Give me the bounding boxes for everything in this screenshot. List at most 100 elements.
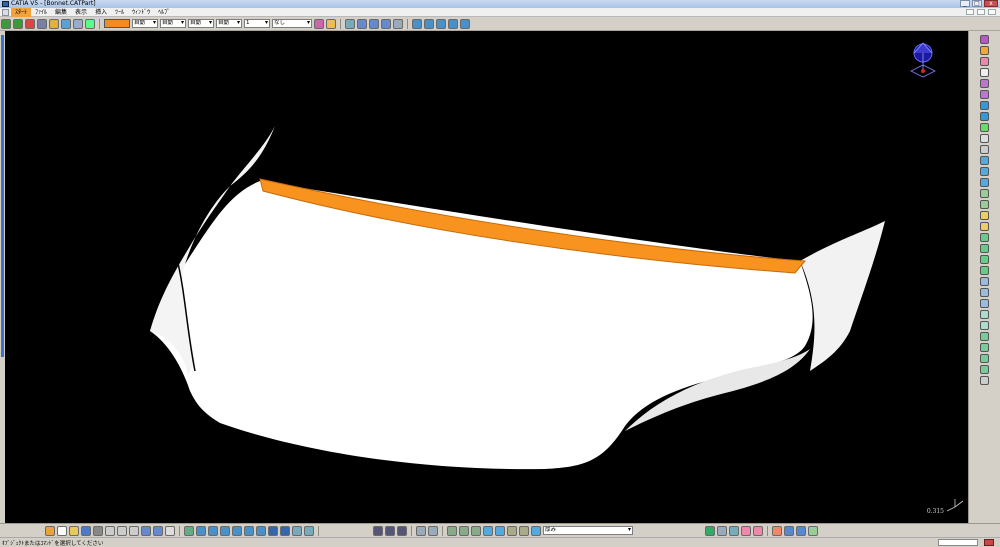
tree-expand-icon[interactable] [784, 525, 794, 536]
stop-icon[interactable] [984, 539, 994, 546]
analysis-icon[interactable] [460, 18, 470, 29]
save-icon[interactable] [81, 525, 91, 536]
snap-icon[interactable] [412, 18, 422, 29]
render-style-icon[interactable] [280, 525, 290, 536]
transparency-combo[interactable]: 自動 [132, 19, 158, 28]
sketcher-icon[interactable] [980, 46, 989, 55]
curve-icon[interactable] [357, 18, 367, 29]
menu-file[interactable]: ﾌｧｲﾙ [31, 8, 51, 17]
loft-icon[interactable] [980, 101, 989, 110]
apply-material-icon[interactable] [753, 525, 763, 536]
catalog-icon[interactable] [416, 525, 426, 536]
tools-icon[interactable] [45, 525, 55, 536]
fly-mode-icon[interactable] [184, 525, 194, 536]
right-fender-surface[interactable] [800, 221, 885, 371]
window-icon[interactable] [436, 18, 446, 29]
fillet-icon[interactable] [980, 233, 989, 242]
update-icon[interactable] [393, 18, 403, 29]
menu-start[interactable]: ｽﾀｰﾄ [11, 7, 32, 17]
line-icon[interactable] [980, 145, 989, 154]
inertia-icon[interactable] [397, 525, 407, 536]
paste-icon[interactable] [129, 525, 139, 536]
redo-history-icon[interactable] [153, 525, 163, 536]
extract-icon[interactable] [980, 299, 989, 308]
more-tools-icon[interactable] [980, 376, 989, 385]
select-icon[interactable] [25, 18, 35, 29]
section-icon[interactable] [447, 525, 457, 536]
mapping-icon[interactable] [507, 525, 517, 536]
iso-view-icon[interactable] [268, 525, 278, 536]
compass-icon[interactable] [73, 18, 83, 29]
measure-between-icon[interactable] [373, 525, 383, 536]
zoom-in-icon[interactable] [232, 525, 242, 536]
boundary-icon[interactable] [980, 288, 989, 297]
brush-icon[interactable] [49, 18, 59, 29]
3d-viewport[interactable]: 0.315 [5, 31, 968, 523]
split-icon[interactable] [980, 211, 989, 220]
workbench-icon[interactable] [980, 35, 989, 44]
catia-app-icon[interactable] [2, 1, 9, 7]
point-type-combo[interactable]: 自動 [216, 19, 242, 28]
extrude-icon[interactable] [980, 57, 989, 66]
paint-icon[interactable] [314, 18, 324, 29]
menu-tools[interactable]: ﾂｰﾙ [111, 8, 128, 17]
doc-close-button[interactable] [988, 9, 996, 15]
draft-analysis-icon[interactable] [495, 525, 505, 536]
command-input[interactable] [938, 539, 978, 546]
redo-icon[interactable] [381, 18, 391, 29]
new-file-icon[interactable] [57, 525, 67, 536]
environment-icon[interactable] [531, 525, 541, 536]
menu-view[interactable]: 表示 [71, 8, 91, 17]
undo-icon[interactable] [369, 18, 379, 29]
fill-icon[interactable] [980, 123, 989, 132]
connect-check-icon[interactable] [471, 525, 481, 536]
reference-icon[interactable] [717, 525, 727, 536]
rendering-style-combo[interactable]: なし [272, 19, 312, 28]
measure-icon[interactable] [61, 18, 71, 29]
scan-icon[interactable] [980, 365, 989, 374]
rotate-icon[interactable] [980, 255, 989, 264]
light-icon[interactable] [519, 525, 529, 536]
connect-icon[interactable] [980, 354, 989, 363]
material-icon[interactable] [741, 525, 751, 536]
doc-minimize-button[interactable] [966, 9, 974, 15]
copy-icon[interactable] [117, 525, 127, 536]
point-icon[interactable] [980, 134, 989, 143]
hide-show-icon[interactable] [292, 525, 302, 536]
line-thickness-combo[interactable]: 自動 [160, 19, 186, 28]
normal-view-icon[interactable] [256, 525, 266, 536]
menu-help[interactable]: ﾍﾙﾌﾟ [154, 8, 174, 17]
document-menu-icon[interactable] [2, 8, 9, 16]
circle-icon[interactable] [980, 156, 989, 165]
extrapolate-icon[interactable] [980, 277, 989, 286]
layer-combo[interactable]: 1 [244, 19, 270, 28]
porcupine-icon[interactable] [483, 525, 493, 536]
menu-insert[interactable]: 挿入 [91, 8, 111, 17]
maximize-button[interactable]: □ [972, 0, 982, 7]
fit-all-icon[interactable] [196, 525, 206, 536]
analysis-icon[interactable] [980, 321, 989, 330]
compare-icon[interactable] [448, 18, 458, 29]
join-icon[interactable] [980, 200, 989, 209]
plane-icon[interactable] [980, 68, 989, 77]
law-icon[interactable] [980, 310, 989, 319]
symmetry-icon[interactable] [980, 266, 989, 275]
format-painter-icon[interactable] [326, 18, 336, 29]
cut-icon[interactable] [105, 525, 115, 536]
fill-color-swatch[interactable] [104, 19, 130, 28]
measure-item-icon[interactable] [385, 525, 395, 536]
publish-icon[interactable] [705, 525, 715, 536]
draft-icon[interactable] [980, 332, 989, 341]
tree-collapse-icon[interactable] [796, 525, 806, 536]
menu-window[interactable]: ｳｨﾝﾄﾞｳ [128, 8, 154, 17]
line-type-combo[interactable]: 自動 [188, 19, 214, 28]
compass-widget[interactable] [910, 42, 936, 78]
multi-view-icon[interactable] [729, 525, 739, 536]
translate-icon[interactable] [980, 244, 989, 253]
move-icon[interactable] [1, 18, 11, 29]
pointer-icon[interactable] [37, 18, 47, 29]
sweep-icon[interactable] [980, 90, 989, 99]
curvature-icon[interactable] [980, 343, 989, 352]
solid-icon[interactable] [980, 112, 989, 121]
helix-icon[interactable] [980, 178, 989, 187]
